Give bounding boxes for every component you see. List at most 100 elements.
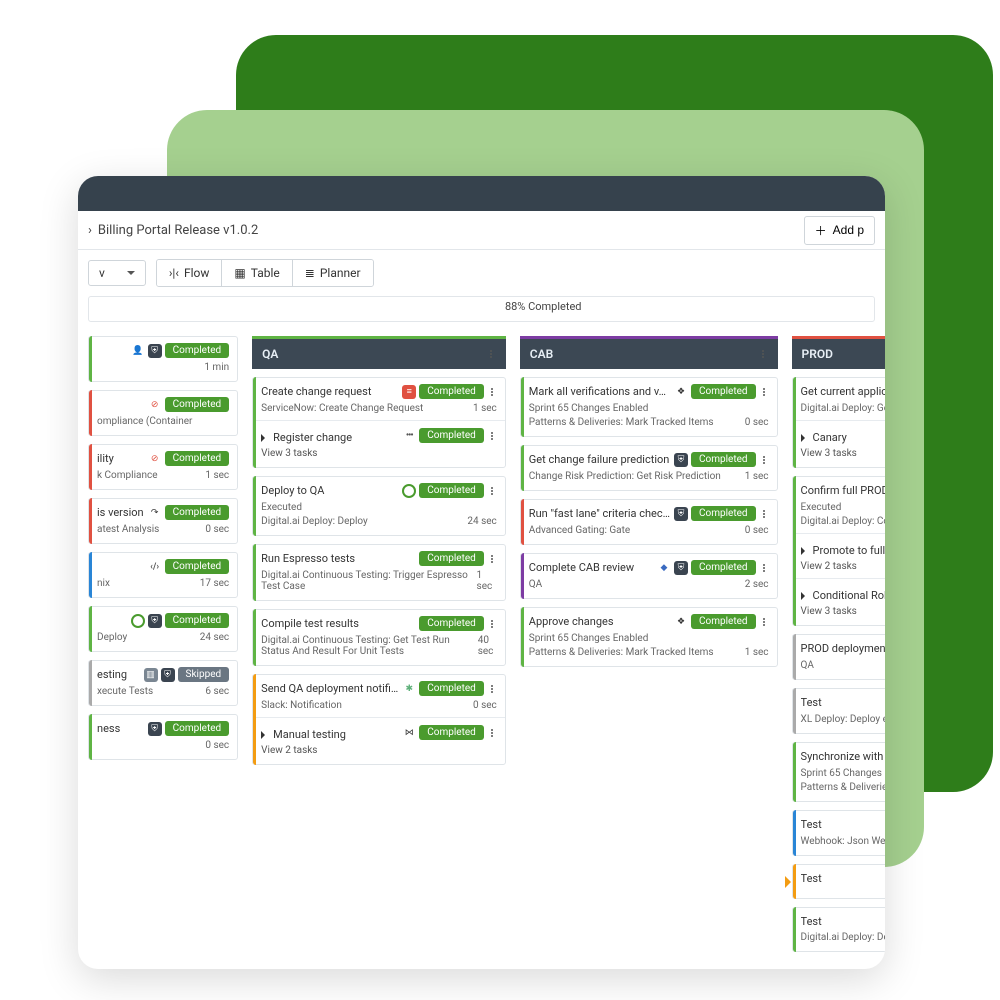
card-menu-icon[interactable] [487,432,497,440]
card-menu-icon[interactable] [759,564,769,572]
task-card[interactable]: Synchronize with business …❖CompletedSpr… [792,742,885,802]
task-card[interactable]: 👤⛨Completed1 min [88,336,238,382]
card-time: 24 sec [467,516,496,527]
task-card[interactable]: Send QA deployment notifi…✱CompletedSlac… [252,674,506,765]
task-card[interactable]: Create change request≡CompletedServiceNo… [252,377,506,468]
task-card[interactable]: Run Espresso testsCompletedDigital.ai Co… [252,544,506,601]
view-tasks-link[interactable]: View 2 tasks [261,745,497,756]
card-menu-icon[interactable] [759,510,769,518]
card-title: Get current application … [801,385,885,398]
card-menu-icon[interactable] [759,388,769,396]
card-title: Test [801,915,885,928]
card-subtext: Digital.ai Continuous Testing: Trigger E… [261,570,476,592]
shield-icon: ⛨ [674,453,688,467]
view-tasks-link[interactable]: View 3 tasks [801,606,885,617]
expand-row[interactable]: Conditional Rollback [801,589,885,602]
expand-row[interactable]: Register change [261,431,352,444]
status-badge: Completed [165,721,230,736]
task-card[interactable]: Deploy to QACompletedExecutedDigital.ai … [252,476,506,536]
expand-row[interactable]: Promote to full PROD [801,544,885,557]
task-card[interactable]: Approve changes❖CompletedSprint 65 Chang… [520,607,778,667]
task-card[interactable]: PROD deployment gate⛨SkippedQA66 da [792,634,885,680]
current-pointer-icon [785,876,797,888]
task-card[interactable]: ⊘Completedompliance (Container [88,390,238,436]
column-qa: QA Create change request≡CompletedServic… [252,336,506,765]
view-flow-button[interactable]: ›|‹ Flow [157,260,223,286]
card-subtext: ompliance (Container [97,416,192,427]
task-card[interactable]: Confirm full PROD readinessCompletedExec… [792,476,885,626]
task-card[interactable]: TestDigital.ai Deploy: Deploy [792,907,885,952]
task-card[interactable]: Run "fast lane" criteria chec…⛨Completed… [520,499,778,545]
task-card[interactable]: ⛨CompletedDeploy24 sec [88,606,238,652]
view-table-button[interactable]: ▦ Table [222,260,292,286]
status-badge: Completed [691,614,756,629]
card-time: 1 sec [745,647,769,658]
filter-select[interactable]: v [88,260,146,286]
view-planner-button[interactable]: ≣ Planner [293,260,373,286]
card-menu-icon[interactable] [759,618,769,626]
planner-icon: ≣ [305,266,315,280]
column-header-cab[interactable]: CAB [520,336,778,369]
task-card[interactable]: esting▥⛨Skippedxecute Tests6 sec [88,660,238,706]
card-title: esting [97,668,140,681]
card-title: Approve changes [529,615,670,628]
view-tasks-link[interactable]: View 3 tasks [801,448,885,459]
task-card[interactable]: Get change failure prediction⛨CompletedC… [520,445,778,491]
breadcrumb-caret-icon[interactable]: › [88,223,92,238]
card-menu-icon[interactable] [759,456,769,464]
card-menu-icon[interactable] [487,620,497,628]
stack-icon: ❖ [674,615,688,629]
card-title: is version [97,506,144,519]
card-title: Test [801,872,885,885]
card-title: PROD deployment gate [801,642,885,655]
ring-icon [402,484,416,498]
expand-row[interactable]: Manual testing [261,728,346,741]
stack-icon: ❖ [674,385,688,399]
task-card[interactable]: Get current application …⛨CompletedDigit… [792,377,885,468]
card-title: ness [97,722,144,735]
card-subtext: nix [97,578,110,589]
card-time: 0 sec [205,524,229,535]
task-card[interactable]: is version↷Completedatest Analysis0 sec [88,498,238,544]
breadcrumb-row: › Billing Portal Release v1.0.2 ＋ Add p [78,211,885,250]
card-menu-icon[interactable] [487,555,497,563]
card-menu-icon[interactable] [487,729,497,737]
task-card[interactable]: ness⛨Completed0 sec [88,714,238,760]
shield-icon: ⛨ [674,507,688,521]
add-task-button[interactable]: Add task [792,960,885,969]
task-card[interactable]: Complete CAB review◆⛨CompletedQA2 sec [520,553,778,599]
card-time: 1 sec [473,403,497,414]
task-card[interactable]: Mark all verifications and v…❖CompletedS… [520,377,778,437]
add-phase-label: Add p [833,223,864,237]
card-menu-icon[interactable] [487,685,497,693]
shield-icon: ⛨ [148,614,162,628]
card-menu-icon[interactable] [487,388,497,396]
column-header-qa[interactable]: QA [252,336,506,369]
task-card[interactable]: Test👥In progress [792,864,885,899]
column-cab: CAB Mark all verifications and v…❖Comple… [520,336,778,667]
task-card[interactable]: Test‹/›SkippedWebhook: Json Webhook21 s [792,810,885,856]
expand-row[interactable]: Canary [801,431,847,444]
task-card[interactable]: Test▩SkippedXL Deploy: Deploy extended7.… [792,688,885,734]
column-menu-icon[interactable] [486,350,496,358]
status-badge: Completed [165,451,230,466]
card-subtext: XL Deploy: Deploy extended [801,714,885,725]
card-subtext: QA [529,579,542,590]
task-card[interactable]: ‹/›Completednix17 sec [88,552,238,598]
column-cab-label: CAB [530,347,553,361]
add-phase-button[interactable]: ＋ Add p [804,216,875,245]
task-card[interactable]: ility⊘Completedk Compliance1 sec [88,444,238,490]
caret-right-icon [801,434,809,442]
table-icon: ▦ [234,266,245,280]
status-badge: Completed [419,384,484,399]
task-card[interactable]: Compile test resultsCompletedDigital.ai … [252,609,506,666]
card-subtext: Digital.ai Continuous Testing: Get Test … [261,635,478,657]
column-menu-icon[interactable] [758,350,768,358]
card-menu-icon[interactable] [487,487,497,495]
progress-text: 88% Completed [505,300,582,313]
status-badge: Completed [419,428,484,443]
toolbar: v ›|‹ Flow ▦ Table ≣ Planner [78,250,885,296]
view-tasks-link[interactable]: View 3 tasks [261,448,497,459]
view-tasks-link[interactable]: View 2 tasks [801,561,885,572]
column-header-prod[interactable]: PROD [792,336,885,369]
